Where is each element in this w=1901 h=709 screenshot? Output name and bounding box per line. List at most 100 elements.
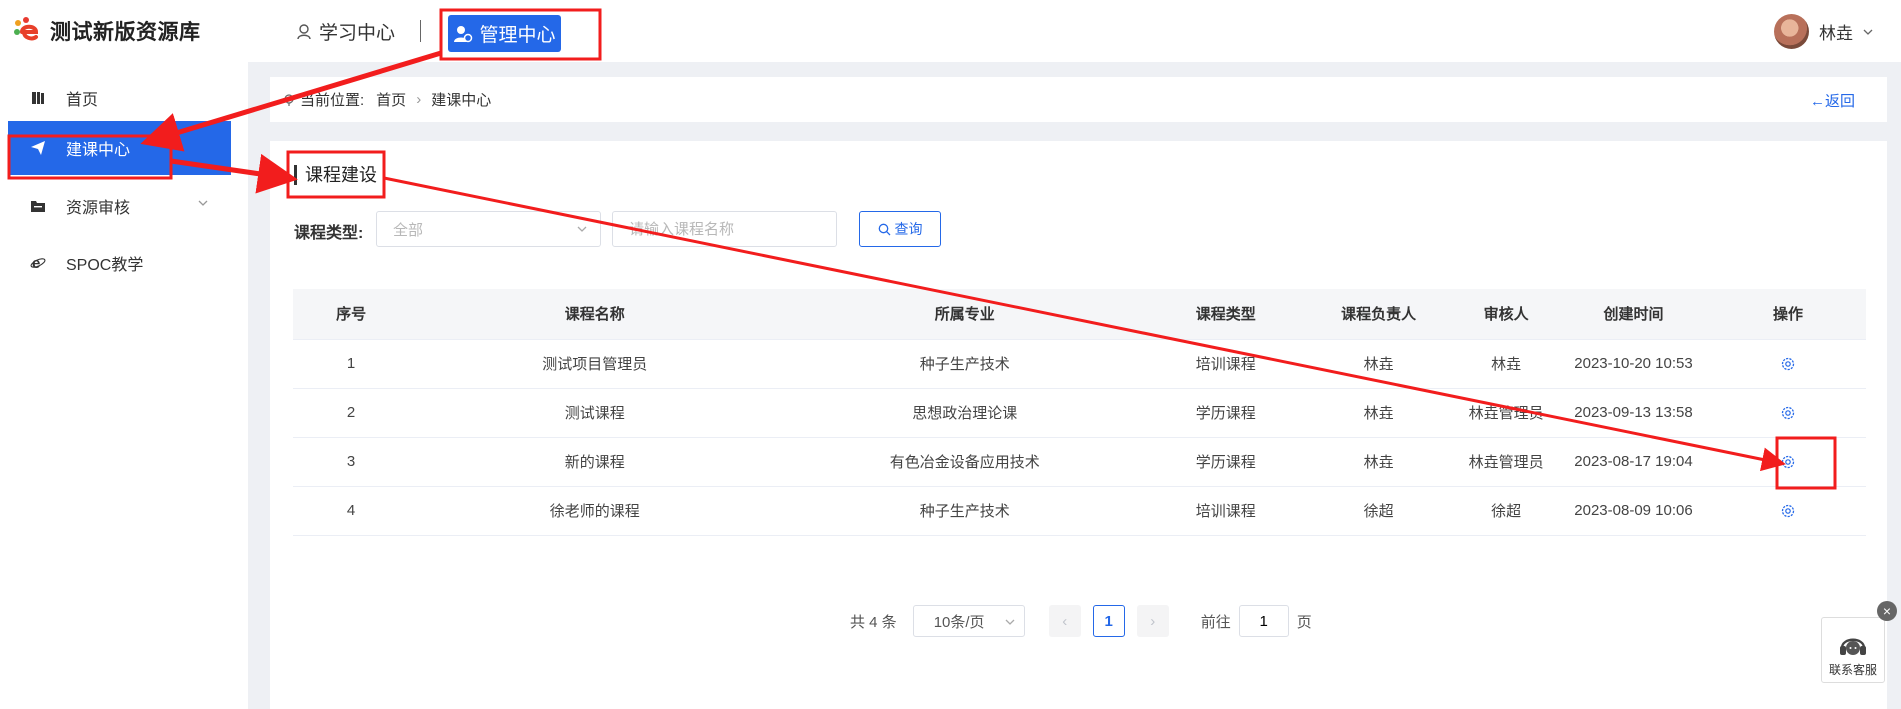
ie-icon: e [30,255,46,271]
cell-owner: 林垚 [1302,437,1456,487]
cell-index: 1 [293,339,410,389]
col-header: 审核人 [1455,289,1558,340]
cell-reviewer: 林垚 [1455,339,1558,389]
cell-index: 3 [293,437,410,487]
student-icon [297,23,311,39]
sidebar-item-label: 资源审核 [66,200,131,217]
sidebar: 首页 建课中心 资源审核 e SPOC教学 [0,62,248,709]
sidebar-item-label: SPOC教学 [66,257,144,274]
cell-reviewer: 林垚管理员 [1455,388,1558,438]
cell-major: 有色冶金设备应用技术 [780,437,1150,487]
settings-gear-icon[interactable] [1780,405,1796,421]
sidebar-item-course-building[interactable]: 建课中心 [8,121,231,175]
section-title: 课程建设 [294,165,377,185]
col-header: 操作 [1709,289,1866,340]
col-header: 所属专业 [780,289,1150,340]
user-name: 林垚 [1819,24,1853,43]
service-label: 联系客服 [1828,663,1877,677]
chevron-right-icon: › [416,91,422,108]
query-label: 查询 [894,221,923,237]
chevron-down-icon [577,226,587,232]
pagination: 共 4 条 10条/页 ‹ 1 › 前往 页 [850,604,1312,638]
table-row: 3 新的课程 有色冶金设备应用技术 学历课程 林垚 林垚管理员 2023-08-… [293,437,1866,487]
settings-gear-icon[interactable] [1780,454,1796,470]
page-size-select[interactable]: 10条/页 [912,605,1025,637]
col-header: 课程名称 [409,289,781,340]
cell-course-name: 测试课程 [409,388,781,438]
cell-course-type: 培训课程 [1149,339,1303,389]
close-icon[interactable]: × [1877,601,1897,621]
sidebar-item-home[interactable]: 首页 [8,71,231,125]
cell-actions [1709,486,1866,536]
table-header-row: 序号 课程名称 所属专业 课程类型 课程负责人 审核人 创建时间 操作 [293,289,1866,340]
cell-created: 2023-10-20 10:53 [1557,339,1710,389]
table-row: 2 测试课程 思想政治理论课 学历课程 林垚 林垚管理员 2023-09-13 … [293,388,1866,438]
goto-label: 前往 [1200,613,1231,631]
user-menu[interactable]: 林垚 [1774,14,1873,49]
sidebar-item-resource-review[interactable]: 资源审核 [8,179,231,233]
breadcrumb-prefix: 当前位置: [300,92,365,109]
cell-course-name: 新的课程 [409,437,781,487]
cell-course-type: 培训课程 [1149,486,1303,536]
customer-service-widget[interactable]: 联系客服 [1821,617,1885,683]
cell-index: 4 [293,486,410,536]
pagination-total: 共 4 条 [850,613,897,631]
cell-course-type: 学历课程 [1149,437,1303,487]
col-header: 序号 [293,289,410,340]
cell-course-name: 徐老师的课程 [409,486,781,536]
folder-icon [31,201,45,212]
logo[interactable]: 测试新版资源库 [12,16,201,46]
course-type-value: 全部 [393,221,424,239]
cell-index: 2 [293,388,410,438]
cell-reviewer: 徐超 [1455,486,1558,536]
table-row: 1 测试项目管理员 种子生产技术 培训课程 林垚 林垚 2023-10-20 1… [293,339,1866,389]
breadcrumb-home[interactable]: 首页 [376,89,406,110]
page-suffix: 页 [1296,613,1312,631]
book-icon [32,92,44,104]
query-button[interactable]: 查询 [859,211,941,247]
cell-course-type: 学历课程 [1149,388,1303,438]
cell-reviewer: 林垚管理员 [1455,437,1558,487]
nav-study-center[interactable]: 学习中心 [295,18,395,45]
col-header: 课程负责人 [1302,289,1456,340]
sidebar-item-label: 建课中心 [66,142,131,159]
settings-gear-icon[interactable] [1780,503,1796,519]
nav-manage-label: 管理中心 [479,25,556,46]
cell-owner: 徐超 [1302,486,1456,536]
chevron-left-icon: ‹ [1062,612,1068,630]
top-header: 测试新版资源库 学习中心 管理中心 林垚 [0,0,1901,62]
col-header: 创建时间 [1557,289,1710,340]
cell-created: 2023-08-09 10:06 [1557,486,1710,536]
settings-gear-icon[interactable] [1780,356,1796,372]
send-icon [31,141,45,155]
course-type-select[interactable]: 全部 [376,211,601,247]
avatar [1774,14,1809,49]
sidebar-item-label: 首页 [66,92,99,109]
chevron-down-icon [198,200,208,206]
page-size-value: 10条/页 [933,613,985,631]
course-name-input[interactable] [612,211,837,247]
app-title: 测试新版资源库 [50,21,201,44]
user-gear-icon [454,25,473,42]
page-number-current[interactable]: 1 [1092,605,1125,637]
cell-major: 种子生产技术 [780,339,1150,389]
prev-page-button[interactable]: ‹ [1048,605,1081,637]
back-link[interactable]: ←返回 [1810,90,1855,111]
main-panel: 课程建设 课程类型: 全部 查询 序号 课程名称 所属专业 课程类型 课程负责人… [270,141,1887,709]
cell-actions [1709,388,1866,438]
headset-icon [1840,638,1866,655]
nav-management-center[interactable]: 管理中心 [448,15,561,52]
table-row: 4 徐老师的课程 种子生产技术 培训课程 徐超 徐超 2023-08-09 10… [293,486,1866,536]
nav-study-label: 学习中心 [319,23,396,44]
cell-course-name: 测试项目管理员 [409,339,781,389]
chevron-down-icon [1863,29,1873,35]
cell-owner: 林垚 [1302,339,1456,389]
breadcrumb-current: 建课中心 [431,92,492,109]
next-page-button[interactable]: › [1136,605,1169,637]
cell-actions [1709,339,1866,389]
search-icon [878,223,890,235]
goto-page-input[interactable] [1238,605,1289,637]
cell-created: 2023-09-13 13:58 [1557,388,1710,438]
sidebar-item-spoc[interactable]: e SPOC教学 [8,236,231,290]
cell-owner: 林垚 [1302,388,1456,438]
